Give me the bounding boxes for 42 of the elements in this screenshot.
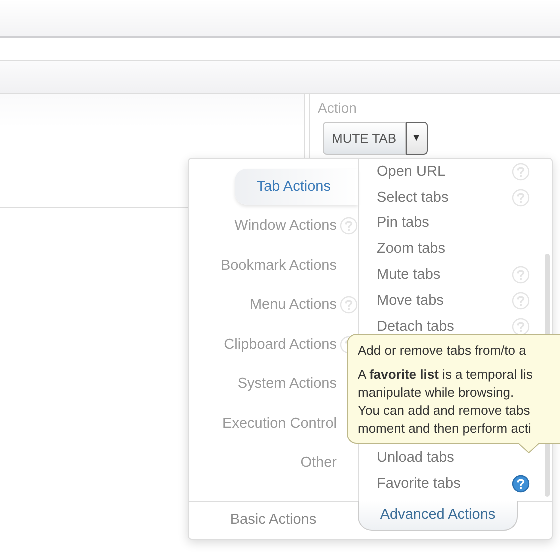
tooltip-text: moment and then perform acti [358, 420, 532, 438]
help-icon[interactable] [512, 475, 530, 494]
action-label: Open URL [377, 164, 446, 180]
category-tab[interactable]: Tab Actions [235, 169, 358, 204]
action-label: Detach tabs [377, 318, 454, 335]
category-tab[interactable]: Menu Actions [189, 288, 358, 323]
tooltip-text: You can add and remove tabs [358, 402, 532, 420]
bottom-tab[interactable]: Advanced Actions [358, 501, 518, 531]
tooltip-title: Add or remove tabs from/to a [358, 342, 528, 360]
action-item[interactable]: Pin tabs [359, 210, 552, 236]
action-item[interactable]: Detach tabs [359, 314, 552, 340]
action-label: Mute tabs [377, 267, 441, 284]
category-label: Execution Control [222, 416, 337, 432]
category-label: Other [300, 455, 337, 472]
category-label: System Actions [238, 376, 337, 392]
category-tab[interactable]: Window Actions [189, 208, 358, 244]
action-label: Select tabs [377, 190, 449, 206]
category-tab[interactable]: Other [189, 446, 358, 481]
action-item[interactable]: Zoom tabs [359, 236, 552, 262]
category-tab[interactable]: Bookmark Actions [189, 248, 358, 284]
category-label: Window Actions [234, 218, 337, 234]
category-label: Menu Actions [250, 297, 337, 314]
action-label: Favorite tabs [377, 476, 461, 492]
action-item[interactable]: Select tabs [359, 184, 552, 211]
action-item[interactable]: Move tabs [359, 288, 552, 314]
category-label: Bookmark Actions [220, 258, 337, 274]
action-item[interactable]: Unload tabs [359, 445, 552, 472]
bottom-tab[interactable]: Basic Actions [189, 502, 358, 538]
action-item[interactable]: Favorite tabs [359, 471, 552, 497]
action-label: Move tabs [377, 292, 444, 309]
action-label: Pin tabs [377, 215, 430, 232]
action-label: Zoom tabs [377, 241, 446, 258]
tooltip-text: A favorite list is a temporal lis [358, 366, 534, 384]
category-label: Tab Actions [256, 178, 331, 195]
action-label: Action [318, 100, 358, 116]
action-item[interactable]: Mute tabs [359, 262, 552, 288]
action-label: Unload tabs [377, 450, 454, 466]
tooltip-text: manipulate while browsing. [358, 384, 516, 402]
action-value-button[interactable]: MUTE TAB [323, 122, 406, 155]
category-label: Clipboard Actions [224, 336, 337, 353]
dropdown-button[interactable]: ▼ [406, 122, 428, 155]
action-item[interactable]: Open URL [359, 159, 552, 185]
